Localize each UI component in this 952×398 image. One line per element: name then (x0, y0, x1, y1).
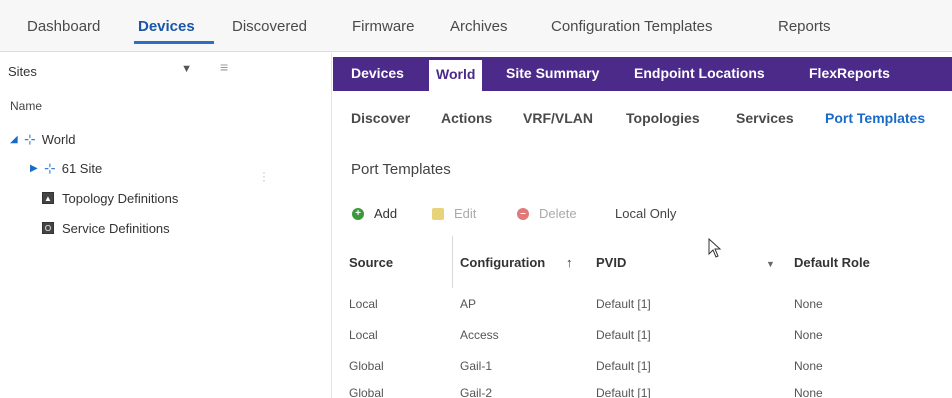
add-icon: + (352, 207, 364, 220)
cell-source: Global (349, 359, 384, 373)
tree-item-world[interactable]: ◢ ⊹ World (10, 129, 75, 149)
service-definition-icon: O (42, 222, 54, 234)
subtab-vrf-vlan[interactable]: VRF/VLAN (523, 110, 593, 126)
top-navigation: Dashboard Devices Discovered Firmware Ar… (0, 0, 952, 52)
cell-default-role: None (794, 297, 823, 311)
tab-endpoint-locations[interactable]: Endpoint Locations (634, 65, 765, 81)
tree-item-label: Service Definitions (62, 220, 170, 236)
tab-flexreports[interactable]: FlexReports (809, 65, 890, 81)
edit-icon (432, 207, 444, 220)
column-header-source[interactable]: Source (349, 255, 393, 270)
tree-item-topology-definitions[interactable]: ▲ Topology Definitions (42, 188, 178, 208)
nav-firmware[interactable]: Firmware (352, 18, 415, 35)
delete-button[interactable]: – Delete (517, 206, 577, 221)
tree-item-label: World (41, 131, 76, 147)
nav-active-underline (134, 41, 214, 44)
sites-panel: Sites ▼ ≡ Name ◢ ⊹ World ▶ ⊹ 61 Site ▲ T… (0, 53, 332, 398)
resize-handle[interactable]: · · · (262, 166, 266, 186)
section-title: Port Templates (351, 161, 451, 178)
nav-configuration-templates[interactable]: Configuration Templates (551, 18, 712, 35)
add-button[interactable]: + Add (352, 206, 397, 221)
subtab-services[interactable]: Services (736, 110, 794, 126)
tree-item-61-site[interactable]: ▶ ⊹ 61 Site (30, 158, 102, 178)
sort-ascending-icon: ↑ (566, 255, 573, 270)
local-only-toggle[interactable]: Local Only (615, 206, 676, 221)
tab-world[interactable]: World (429, 60, 483, 91)
main-tab-bar: Devices World Site Summary Endpoint Loca… (333, 57, 952, 91)
cell-source: Global (349, 386, 384, 398)
column-header-configuration[interactable]: Configuration (460, 255, 545, 270)
mouse-pointer-icon (708, 238, 722, 258)
site-node-icon: ⊹ (24, 130, 36, 147)
cell-source: Local (349, 297, 378, 311)
delete-label: Delete (539, 206, 577, 221)
subtab-port-templates[interactable]: Port Templates (825, 110, 925, 126)
subtab-topologies[interactable]: Topologies (626, 110, 700, 126)
column-divider[interactable] (452, 236, 453, 288)
column-menu-icon[interactable]: ▼ (766, 259, 775, 269)
chevron-down-icon: ▼ (181, 63, 192, 75)
edit-button[interactable]: Edit (432, 206, 476, 221)
subtab-discover[interactable]: Discover (351, 110, 410, 126)
nav-discovered[interactable]: Discovered (232, 18, 307, 35)
collapse-arrow-icon[interactable]: ◢ (10, 134, 24, 145)
column-header-default-role[interactable]: Default Role (794, 255, 870, 270)
tree-item-service-definitions[interactable]: O Service Definitions (42, 218, 170, 238)
menu-icon[interactable]: ≡ (220, 59, 228, 75)
cell-pvid: Default [1] (596, 328, 651, 342)
subtab-actions[interactable]: Actions (441, 110, 492, 126)
cell-pvid: Default [1] (596, 359, 651, 373)
cell-default-role: None (794, 328, 823, 342)
nav-devices[interactable]: Devices (138, 18, 195, 35)
nav-archives[interactable]: Archives (450, 18, 508, 35)
edit-label: Edit (454, 206, 477, 221)
cell-configuration: Gail-2 (460, 386, 493, 398)
sites-dropdown[interactable]: Sites ▼ (8, 59, 198, 83)
topology-definition-icon: ▲ (42, 192, 54, 204)
tree-column-header: Name (10, 99, 43, 113)
cell-configuration: AP (460, 297, 477, 311)
tree-item-label: 61 Site (61, 160, 103, 176)
add-label: Add (374, 206, 398, 221)
tree-item-label: Topology Definitions (62, 190, 179, 206)
local-only-label: Local Only (615, 206, 677, 221)
cell-configuration: Access (460, 328, 499, 342)
sites-dropdown-value: Sites (8, 64, 37, 79)
nav-reports[interactable]: Reports (778, 18, 831, 35)
delete-icon: – (517, 207, 529, 220)
nav-dashboard[interactable]: Dashboard (27, 18, 100, 35)
cell-pvid: Default [1] (596, 386, 651, 398)
column-header-pvid[interactable]: PVID (596, 255, 626, 270)
cell-default-role: None (794, 386, 823, 398)
tab-site-summary[interactable]: Site Summary (506, 65, 599, 81)
site-node-icon: ⊹ (44, 159, 56, 176)
cell-configuration: Gail-1 (460, 359, 493, 373)
cell-default-role: None (794, 359, 823, 373)
cell-pvid: Default [1] (596, 297, 651, 311)
cell-source: Local (349, 328, 378, 342)
expand-arrow-icon[interactable]: ▶ (30, 163, 44, 174)
tab-devices[interactable]: Devices (351, 65, 404, 81)
